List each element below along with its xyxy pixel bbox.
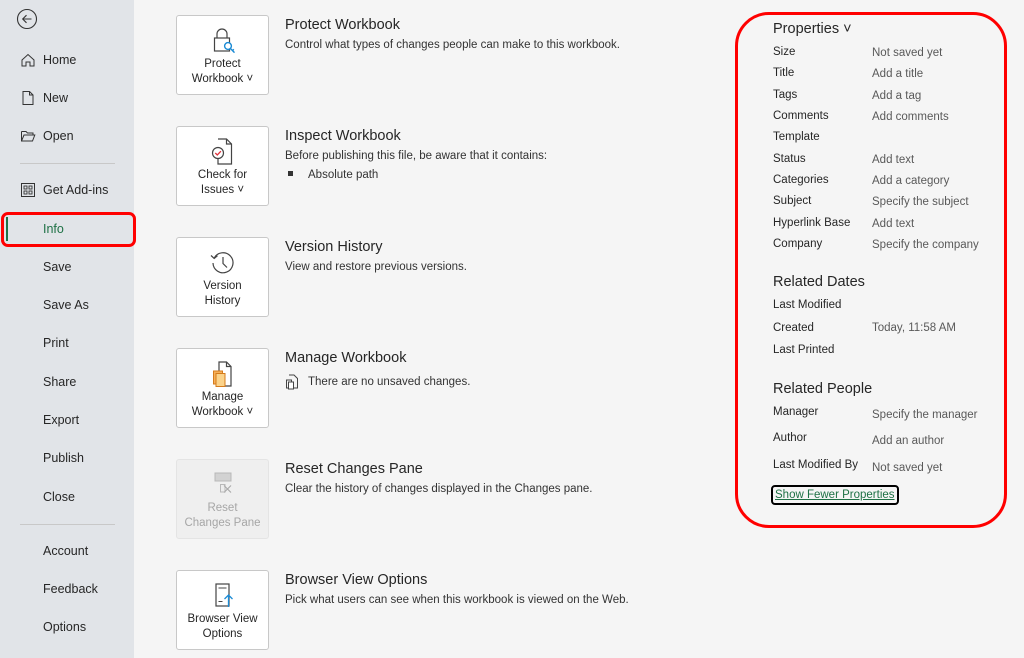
sidebar-divider	[20, 524, 115, 525]
version-history-button[interactable]: Version History	[176, 237, 269, 317]
sidebar-item-label: Save As	[43, 298, 89, 312]
sidebar-item-label: Feedback	[43, 582, 98, 596]
sidebar-item-publish[interactable]: Publish	[0, 442, 134, 474]
sidebar-item-label: Export	[43, 413, 80, 427]
inspect-bullet-item: Absolute path	[288, 169, 378, 181]
protect-workbook-button-label: Protect Workbook ˅	[191, 58, 254, 85]
sidebar-item-label: New	[43, 91, 69, 105]
sidebar-item-close[interactable]: Close	[0, 481, 134, 513]
sidebar-item-home[interactable]: Home	[0, 44, 134, 76]
sidebar-item-label: Save	[43, 260, 72, 274]
back-arrow-icon	[16, 8, 38, 30]
sidebar-item-get-add-ins[interactable]: Get Add-ins	[0, 174, 134, 206]
browser-view-options-button[interactable]: Browser View Options	[176, 570, 269, 650]
check-for-issues-button-label: Check for Issues ˅	[197, 169, 248, 196]
sidebar-item-label: Home	[43, 53, 77, 67]
sidebar-item-label: Open	[43, 129, 74, 143]
version-history-description: View and restore previous versions.	[285, 261, 467, 273]
reset-changes-pane-button-label: Reset Changes Pane	[184, 502, 261, 529]
sidebar-item-label: Account	[43, 544, 89, 558]
manage-workbook-description: There are no unsaved changes.	[308, 376, 471, 388]
protect-workbook-section: Protect Workbook ˅ Protect Workbook Cont…	[176, 15, 646, 97]
sidebar-item-new[interactable]: New	[0, 82, 134, 114]
bullet-square-icon	[288, 171, 293, 177]
browser-view-options-section: Browser View Options Browser View Option…	[176, 570, 646, 652]
documents-icon	[286, 374, 298, 390]
document-check-icon	[211, 138, 232, 165]
manage-workbook-title: Manage Workbook	[285, 350, 407, 366]
version-history-section: Version History Version History View and…	[176, 237, 646, 319]
inspect-workbook-description: Before publishing this file, be aware th…	[285, 150, 548, 162]
protect-workbook-title: Protect Workbook	[285, 17, 400, 33]
reset-changes-pane-button: Reset Changes Pane	[176, 459, 269, 539]
manage-workbook-status: There are no unsaved changes.	[285, 374, 470, 390]
protect-workbook-button[interactable]: Protect Workbook ˅	[176, 15, 269, 95]
bullet-text: Absolute path	[308, 169, 379, 181]
sidebar-item-account[interactable]: Account	[0, 535, 134, 567]
sidebar-item-open[interactable]: Open	[0, 120, 134, 152]
manage-workbook-button-label: Manage Workbook ˅	[191, 391, 254, 418]
manage-documents-icon	[212, 361, 232, 387]
add-ins-grid-icon	[21, 183, 35, 197]
version-history-button-label: Version History	[203, 280, 242, 307]
reset-changes-pane-section: Reset Changes Pane Reset Changes Pane Cl…	[176, 459, 646, 541]
sidebar-divider	[20, 163, 115, 164]
sidebar-item-label: Get Add-ins	[43, 183, 109, 197]
sidebar-item-label: Options	[43, 620, 87, 634]
sidebar-item-label: Print	[43, 336, 69, 350]
browser-view-options-button-label: Browser View Options	[187, 613, 258, 640]
new-document-icon	[22, 91, 34, 105]
sidebar-item-share[interactable]: Share	[0, 366, 134, 398]
annotation-highlight-info	[1, 212, 136, 247]
lock-key-icon	[213, 28, 235, 54]
sidebar-item-save[interactable]: Save	[0, 251, 134, 283]
sidebar-item-print[interactable]: Print	[0, 327, 134, 359]
sidebar-item-label: Publish	[43, 451, 84, 465]
folder-open-icon	[21, 131, 36, 142]
sidebar-item-save-as[interactable]: Save As	[0, 289, 134, 321]
reset-changes-pane-title: Reset Changes Pane	[285, 461, 423, 477]
inspect-workbook-title: Inspect Workbook	[285, 128, 401, 144]
sidebar-item-feedback[interactable]: Feedback	[0, 573, 134, 605]
sidebar-item-label: Close	[43, 490, 75, 504]
sidebar-item-export[interactable]: Export	[0, 404, 134, 436]
back-button[interactable]	[16, 8, 38, 30]
version-history-title: Version History	[285, 239, 383, 255]
reset-pane-icon	[214, 472, 231, 493]
manage-workbook-button[interactable]: Manage Workbook ˅	[176, 348, 269, 428]
history-clock-icon	[210, 252, 234, 274]
browser-upload-icon	[214, 583, 233, 607]
protect-workbook-description: Control what types of changes people can…	[285, 39, 620, 51]
browser-view-options-description: Pick what users can see when this workbo…	[285, 594, 629, 606]
inspect-workbook-section: Check for Issues ˅ Inspect Workbook Befo…	[176, 126, 646, 208]
reset-changes-pane-description: Clear the history of changes displayed i…	[285, 483, 593, 495]
sidebar-item-options[interactable]: Options	[0, 611, 134, 643]
check-for-issues-button[interactable]: Check for Issues ˅	[176, 126, 269, 206]
annotation-highlight-properties	[735, 12, 1007, 528]
browser-view-options-title: Browser View Options	[285, 572, 428, 588]
home-icon	[21, 53, 35, 67]
sidebar-item-label: Share	[43, 375, 77, 389]
backstage-sidebar: Home New Open Get Add-ins Info Save Save…	[0, 0, 134, 658]
manage-workbook-section: Manage Workbook ˅ Manage Workbook There …	[176, 348, 646, 430]
